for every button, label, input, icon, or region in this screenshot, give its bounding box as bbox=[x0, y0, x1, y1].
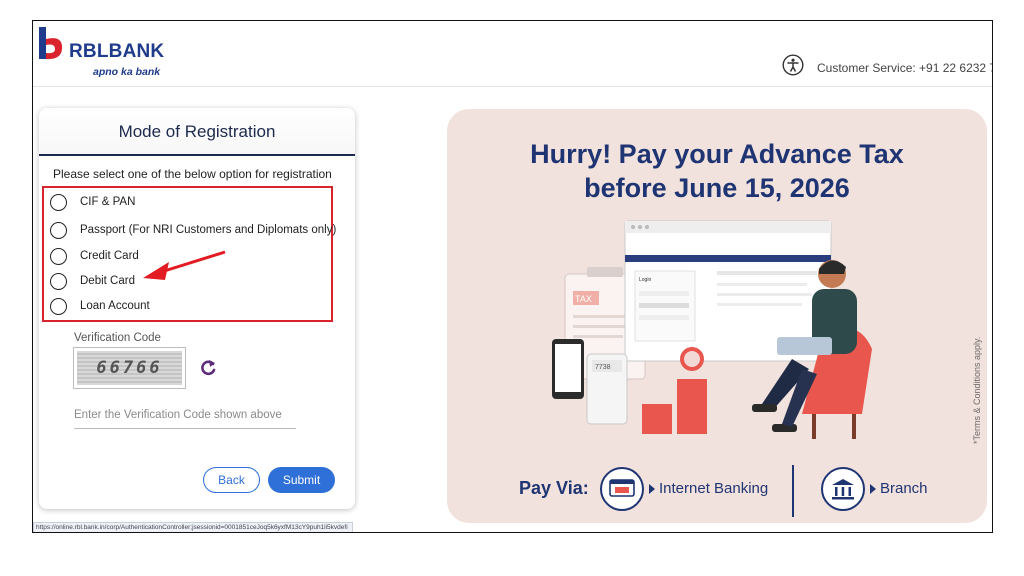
branch-label: Branch bbox=[880, 480, 928, 497]
option-cif-pan[interactable]: CIF & PAN bbox=[50, 191, 135, 213]
customer-service-text: Customer Service: +91 22 6232 7777 bbox=[817, 61, 992, 75]
registration-instruction: Please select one of the below option fo… bbox=[53, 167, 332, 181]
accessibility-icon[interactable] bbox=[782, 54, 804, 76]
pay-via-bar: Pay Via: Internet Banking Branch bbox=[447, 464, 987, 520]
refresh-captcha-icon[interactable] bbox=[198, 358, 218, 378]
logo-text: RBLBANK bbox=[69, 41, 165, 62]
status-bar-url: https://online.rbl.bank.in/corp/Authenti… bbox=[33, 522, 353, 532]
option-loan-account[interactable]: Loan Account bbox=[50, 295, 150, 317]
radio-button[interactable] bbox=[50, 247, 67, 265]
registration-title: Mode of Registration bbox=[39, 108, 355, 156]
submit-button[interactable]: Submit bbox=[268, 467, 335, 493]
annotation-arrow-icon bbox=[143, 250, 226, 280]
option-debit-card[interactable]: Debit Card bbox=[50, 270, 135, 292]
back-button[interactable]: Back bbox=[203, 467, 260, 493]
option-label: Passport (For NRI Customers and Diplomat… bbox=[80, 224, 337, 236]
radio-button[interactable] bbox=[50, 193, 67, 211]
option-label: Loan Account bbox=[80, 300, 150, 312]
radio-button[interactable] bbox=[50, 297, 67, 315]
option-label: Debit Card bbox=[80, 275, 135, 287]
screen-login-text: Login bbox=[639, 277, 651, 283]
divider bbox=[792, 465, 794, 517]
registration-card: Mode of Registration Please select one o… bbox=[39, 108, 355, 509]
option-label: Credit Card bbox=[80, 250, 139, 262]
tax-payment-illustration: TAX Login 7738 bbox=[552, 220, 872, 439]
terms-conditions-text: *Terms & Conditions apply. bbox=[972, 336, 982, 444]
pay-via-label: Pay Via: bbox=[519, 478, 589, 498]
captcha-image: 66766 bbox=[73, 347, 186, 389]
radio-button[interactable] bbox=[50, 221, 67, 239]
internet-banking-label: Internet Banking bbox=[659, 480, 769, 497]
calculator-display-text: 7738 bbox=[595, 364, 611, 371]
caret-right-icon bbox=[649, 484, 655, 494]
captcha-text: 66766 bbox=[77, 351, 182, 385]
rbl-logo-icon bbox=[39, 27, 63, 60]
logo-tagline: apno ka bank bbox=[93, 66, 161, 78]
site-header: RBLBANK apno ka bank Customer Service: +… bbox=[33, 21, 992, 87]
banner-headline: before June 15, 2026 bbox=[584, 173, 850, 203]
radio-button[interactable] bbox=[50, 272, 67, 290]
bank-branch-icon bbox=[821, 467, 865, 511]
advance-tax-banner[interactable]: Hurry! Pay your Advance Tax before June … bbox=[447, 109, 987, 523]
verification-code-label: Verification Code bbox=[74, 332, 161, 344]
option-credit-card[interactable]: Credit Card bbox=[50, 245, 139, 267]
banner-headline: Hurry! Pay your Advance Tax bbox=[530, 139, 904, 169]
caret-right-icon bbox=[870, 484, 876, 494]
tax-tag-text: TAX bbox=[575, 294, 592, 304]
internet-banking-icon bbox=[600, 467, 644, 511]
verification-code-input[interactable] bbox=[74, 401, 296, 429]
browser-frame: RBLBANK apno ka bank Customer Service: +… bbox=[32, 20, 993, 533]
option-passport[interactable]: Passport (For NRI Customers and Diplomat… bbox=[50, 219, 336, 241]
option-label: CIF & PAN bbox=[80, 196, 136, 208]
